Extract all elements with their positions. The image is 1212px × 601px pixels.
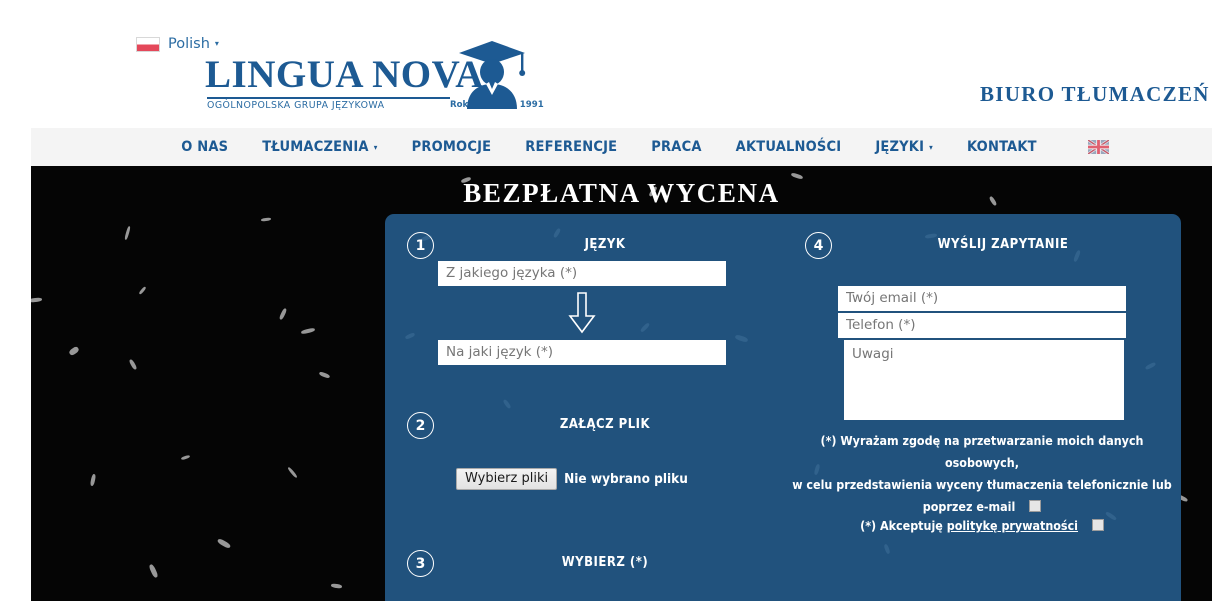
- site-header: Polish ▾ LINGUA NOVA® OGÓLNOPOLSKA GRUPA…: [0, 0, 1212, 128]
- confetti-speck: [278, 307, 288, 321]
- confetti-speck: [124, 225, 131, 241]
- confetti-speck: [330, 583, 343, 589]
- site-logo[interactable]: LINGUA NOVA® OGÓLNOPOLSKA GRUPA JĘZYKOWA…: [205, 41, 555, 114]
- nav-item-label: AKTUALNOŚCI: [735, 139, 842, 155]
- email-field[interactable]: [838, 286, 1126, 311]
- step-4-title: WYŚLIJ ZAPYTANIE: [937, 237, 1069, 252]
- nav-item-tlumaczenia[interactable]: TŁUMACZENIA ▾: [245, 139, 394, 155]
- step-2-title: ZAŁĄCZ PLIK: [559, 417, 651, 432]
- confetti-speck: [287, 466, 298, 479]
- step-3-header: 3 WYBIERZ (*): [385, 550, 783, 584]
- step-2-number: 2: [407, 412, 434, 439]
- quote-form-panel: 1 JĘZYK 2 ZAŁĄCZ PLIK Wybierz pliki Nie …: [385, 214, 1181, 601]
- graduate-silhouette-icon: [459, 41, 526, 109]
- step-3-title: WYBIERZ (*): [561, 555, 649, 570]
- step-1-number: 1: [407, 232, 434, 259]
- target-language-input[interactable]: [438, 340, 726, 365]
- step-2-header: 2 ZAŁĄCZ PLIK: [385, 412, 783, 446]
- confetti-speck: [148, 563, 159, 579]
- confetti-speck: [216, 537, 232, 550]
- nav-item-label: PROMOCJE: [411, 139, 492, 155]
- policy-checkbox[interactable]: [1091, 519, 1104, 531]
- privacy-policy-consent: (*) Akceptuję politykę prywatności: [789, 518, 1175, 533]
- source-language-input[interactable]: [438, 261, 726, 286]
- logo-tagline: OGÓLNOPOLSKA GRUPA JĘZYKOWA: [207, 100, 385, 111]
- logo-divider: [207, 97, 450, 99]
- nav-item-label: REFERENCJE: [525, 139, 618, 155]
- confetti-speck: [180, 454, 191, 461]
- confetti-speck: [128, 358, 138, 371]
- consent-line-2: w celu przedstawienia wyceny tłumaczenia…: [792, 477, 1172, 492]
- nav-item-jezyki[interactable]: JĘZYKI ▾: [858, 139, 950, 155]
- form-column-left: 1 JĘZYK 2 ZAŁĄCZ PLIK Wybierz pliki Nie …: [385, 214, 783, 601]
- choose-files-button[interactable]: Wybierz pliki: [456, 468, 558, 490]
- confetti-speck: [31, 297, 43, 303]
- privacy-policy-link[interactable]: politykę prywatności: [947, 518, 1078, 533]
- flag-poland-icon: [136, 36, 160, 52]
- confetti-speck: [89, 473, 97, 487]
- language-switcher[interactable]: Polish ▾: [136, 36, 219, 52]
- confetti-speck: [300, 327, 316, 335]
- form-column-right: 4 WYŚLIJ ZAPYTANIE (*) Wyrażam zgodę na …: [783, 214, 1181, 601]
- file-selection-status: Nie wybrano pliku: [564, 471, 688, 487]
- logo-wordmark-text: LINGUA NOVA: [205, 53, 484, 96]
- policy-prefix: (*) Akceptuję: [860, 518, 943, 533]
- consent-line-1: (*) Wyrażam zgodę na przetwarzanie moich…: [820, 433, 1144, 470]
- nav-item-referencje[interactable]: REFERENCJE: [508, 139, 634, 155]
- consent-line-3: poprzez e-mail: [789, 496, 1175, 518]
- phone-field[interactable]: [838, 313, 1126, 338]
- chevron-down-icon: ▾: [214, 39, 219, 48]
- nav-item-label: O NAS: [181, 139, 229, 155]
- flag-uk-icon[interactable]: [1087, 140, 1109, 154]
- arrow-down-icon: [568, 292, 596, 334]
- confetti-speck: [138, 286, 147, 295]
- nav-item-label: TŁUMACZENIA: [262, 139, 369, 155]
- language-switcher-label: Polish: [168, 36, 210, 52]
- consent-line-3-text: poprzez e-mail: [922, 499, 1016, 514]
- confetti-speck: [68, 345, 80, 357]
- page-title: BEZPŁATNA WYCENA: [463, 178, 780, 208]
- main-navigation: O NAS TŁUMACZENIA ▾ PROMOCJE REFERENCJE …: [31, 128, 1212, 166]
- nav-item-o-nas[interactable]: O NAS: [164, 139, 245, 155]
- confetti-speck: [260, 217, 272, 222]
- nav-item-aktualnosci[interactable]: AKTUALNOŚCI: [719, 139, 859, 155]
- nav-item-praca[interactable]: PRACA: [634, 139, 718, 155]
- nav-item-label: JĘZYKI: [875, 139, 925, 155]
- step-4-number: 4: [805, 232, 832, 259]
- file-upload-row: Wybierz pliki Nie wybrano pliku: [456, 468, 688, 490]
- nav-item-kontakt[interactable]: KONTAKT: [950, 139, 1054, 155]
- confetti-speck: [318, 371, 331, 379]
- consent-checkbox[interactable]: [1029, 500, 1042, 512]
- data-processing-consent: (*) Wyrażam zgodę na przetwarzanie moich…: [789, 430, 1175, 518]
- notes-textarea[interactable]: [844, 340, 1124, 420]
- nav-item-promocje[interactable]: PROMOCJE: [395, 139, 509, 155]
- step-3-number: 3: [407, 550, 434, 577]
- nav-item-list: O NAS TŁUMACZENIA ▾ PROMOCJE REFERENCJE …: [134, 139, 1109, 155]
- site-tagline: BIURO TŁUMACZEŃ: [980, 82, 1210, 106]
- hero-section: BEZPŁATNA WYCENA 1 JĘZYK 2: [31, 166, 1212, 601]
- nav-item-label: KONTAKT: [967, 139, 1037, 155]
- step-4-header: 4 WYŚLIJ ZAPYTANIE: [783, 232, 1181, 266]
- chevron-down-icon: ▾: [373, 143, 378, 152]
- chevron-down-icon: ▾: [929, 143, 933, 152]
- nav-item-label: PRACA: [651, 139, 702, 155]
- logo-wordmark: LINGUA NOVA®: [205, 52, 496, 97]
- step-1-title: JĘZYK: [584, 237, 626, 252]
